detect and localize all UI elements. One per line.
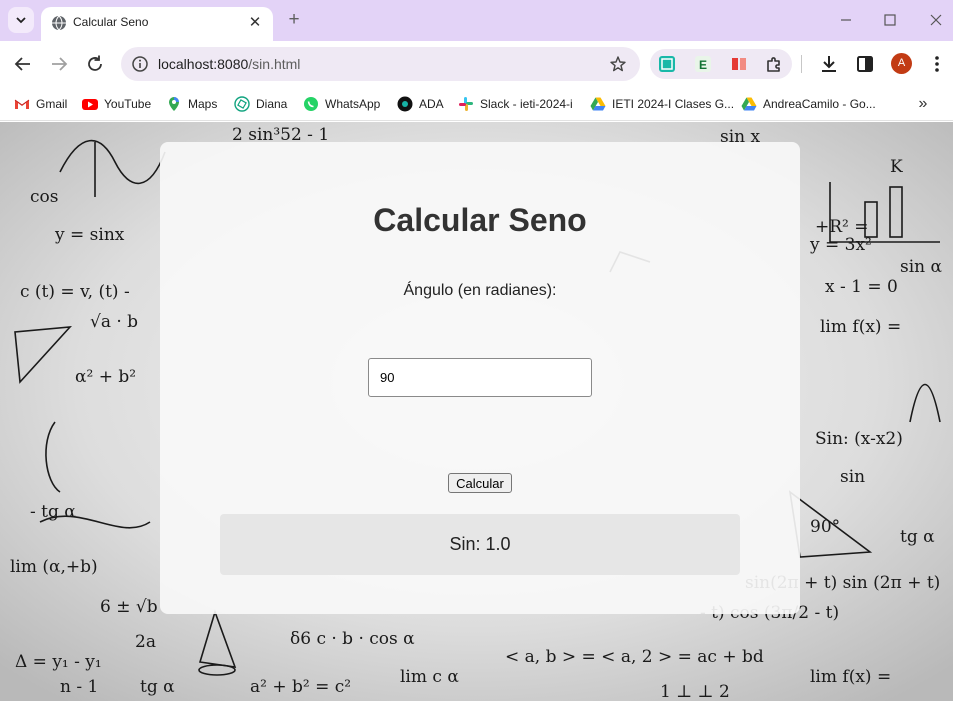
screen-capture-extension-icon[interactable] [658, 55, 676, 73]
url-host: localhost:8080 [158, 56, 249, 72]
svg-text:- tg α: - tg α [30, 502, 76, 522]
reader-extension-icon[interactable] [730, 55, 748, 73]
bookmark-label: AndreaCamilo - Go... [763, 97, 876, 111]
svg-text:90°: 90° [810, 517, 840, 537]
page-viewport: 2 sin³52 - 1 cos y = sinx c (t) = v, (t)… [0, 122, 953, 701]
address-bar[interactable]: localhost:8080/sin.html [121, 47, 640, 81]
bookmark-maps[interactable]: Maps [166, 94, 217, 114]
svg-text:1 ⊥ ⊥ 2: 1 ⊥ ⊥ 2 [660, 682, 730, 701]
new-tab-button[interactable]: + [284, 10, 304, 30]
svg-text:lim (α,+b): lim (α,+b) [10, 557, 98, 577]
bookmark-label: YouTube [104, 97, 152, 111]
evernote-extension-icon[interactable]: E [694, 55, 712, 73]
tab-strip: Calcular Seno ✕ + [0, 0, 953, 41]
chevron-down-icon [16, 17, 26, 24]
bookmark-ieti-clases[interactable]: IETI 2024-I Clases G... [590, 94, 734, 114]
angle-input[interactable] [368, 358, 592, 397]
puzzle-extensions-icon[interactable] [765, 55, 783, 73]
gmail-icon [14, 99, 30, 109]
svg-text:Sin: (x-x2): Sin: (x-x2) [815, 429, 903, 449]
svg-text:n - 1: n - 1 [60, 677, 98, 697]
minimize-icon[interactable] [835, 9, 857, 31]
browser-toolbar: localhost:8080/sin.html E A [0, 41, 953, 87]
tab-search-button[interactable] [8, 7, 34, 33]
bookmark-label: Diana [256, 97, 288, 111]
slack-icon [459, 97, 473, 111]
svg-text:c (t) = v, (t) -: c (t) = v, (t) - [20, 282, 130, 302]
svg-text:y = 3x²: y = 3x² [809, 235, 872, 255]
svg-text:E: E [699, 58, 707, 72]
bookmark-whatsapp[interactable]: WhatsApp [303, 94, 380, 114]
svg-text:x - 1 = 0: x - 1 = 0 [825, 277, 898, 297]
result-text: Sin: 1.0 [449, 534, 511, 554]
svg-text:a² + b² = c²: a² + b² = c² [250, 677, 351, 697]
more-bookmarks-icon[interactable]: » [913, 95, 933, 113]
tab-title: Calcular Seno [73, 15, 149, 29]
url-text: localhost:8080/sin.html [158, 56, 300, 72]
svg-text:tg α: tg α [900, 527, 935, 547]
sine-calculator-card: Calcular Seno Ángulo (en radianes): Calc… [160, 142, 800, 614]
browser-tab[interactable]: Calcular Seno ✕ [41, 7, 273, 41]
bookmark-diana[interactable]: Diana [234, 94, 287, 114]
globe-icon [52, 15, 66, 31]
bookmark-label: WhatsApp [325, 97, 381, 111]
close-window-icon[interactable] [925, 9, 947, 31]
bookmark-ada[interactable]: ADA [397, 94, 444, 114]
maximize-icon[interactable] [879, 9, 901, 31]
bookmark-slack[interactable]: Slack - ieti-2024-i [458, 94, 573, 114]
svg-text:α² + b²: α² + b² [75, 367, 136, 387]
svg-text:lim f(x) =: lim f(x) = [820, 317, 901, 337]
bookmark-label: Maps [188, 97, 218, 111]
svg-text:sin: sin [840, 467, 865, 487]
svg-text:tg α: tg α [140, 677, 175, 697]
bookmark-gmail[interactable]: Gmail [14, 94, 67, 114]
extensions-group: E [650, 49, 792, 79]
svg-text:y = sinx: y = sinx [54, 225, 125, 245]
svg-text:sin α: sin α [900, 257, 943, 277]
download-icon[interactable] [818, 53, 840, 75]
bookmark-label: ADA [419, 97, 444, 111]
svg-text:lim f(x) =: lim f(x) = [810, 667, 891, 687]
forward-icon[interactable] [48, 53, 70, 75]
profile-avatar[interactable]: A [891, 53, 912, 74]
tab-close-icon[interactable]: ✕ [246, 13, 264, 31]
bookmark-youtube[interactable]: YouTube [82, 94, 151, 114]
angle-label: Ángulo (en radianes): [403, 282, 557, 299]
svg-text:√a · b: √a · b [90, 312, 138, 332]
youtube-icon [82, 99, 98, 110]
whatsapp-icon [304, 97, 318, 111]
bookmark-label: Gmail [36, 97, 68, 111]
site-info-icon[interactable] [131, 55, 149, 73]
bookmark-andreacamilo[interactable]: AndreaCamilo - Go... [741, 94, 876, 114]
url-path: /sin.html [248, 56, 301, 72]
back-icon[interactable] [12, 53, 34, 75]
svg-text:Δ = y₁ - y₁: Δ = y₁ - y₁ [15, 652, 102, 672]
bookmark-star-icon[interactable] [609, 55, 627, 73]
svg-text:cos: cos [30, 187, 58, 207]
google-drive-icon [741, 97, 757, 111]
side-panel-icon[interactable] [854, 53, 876, 75]
result-box: Sin: 1.0 [220, 514, 740, 575]
bookmark-label: Slack - ieti-2024-i [480, 97, 573, 111]
svg-text:< a, b > = < a, 2 > = ac + bd: < a, b > = < a, 2 > = ac + bd [505, 647, 764, 667]
more-menu-icon[interactable] [926, 53, 948, 75]
svg-text:+R² =: +R² = [815, 217, 869, 237]
google-drive-icon [590, 97, 606, 111]
bookmarks-bar: Gmail YouTube Maps Diana WhatsApp ADA Sl… [0, 87, 953, 121]
toolbar-separator [801, 55, 802, 73]
svg-text:lim c α: lim c α [400, 667, 459, 687]
bookmark-label: IETI 2024-I Clases G... [612, 97, 735, 111]
calculate-button[interactable]: Calcular [448, 473, 512, 493]
svg-text:K: K [890, 157, 903, 177]
ada-icon [397, 96, 413, 112]
svg-text:6 ± √b: 6 ± √b [100, 597, 158, 617]
reload-icon[interactable] [84, 53, 106, 75]
svg-text:δ6 c · b · cos α: δ6 c · b · cos α [290, 629, 415, 649]
maps-icon [169, 97, 179, 111]
svg-text:2a: 2a [135, 632, 156, 652]
chatgpt-icon [234, 96, 250, 112]
page-title: Calcular Seno [373, 202, 587, 238]
